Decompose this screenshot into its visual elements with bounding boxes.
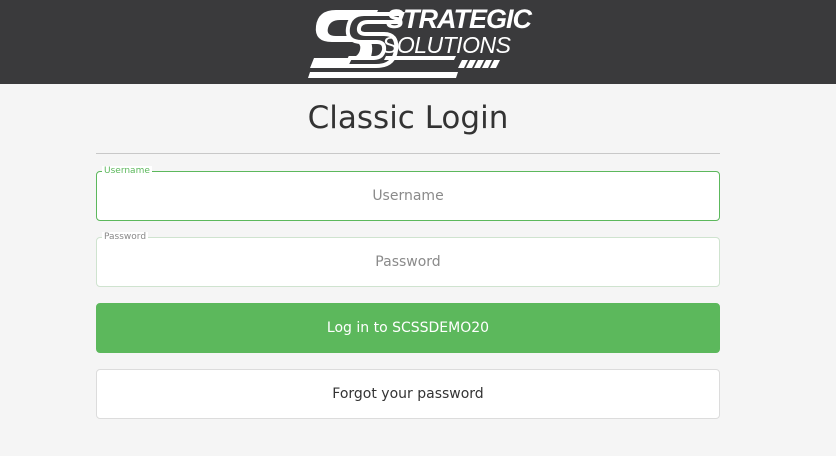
password-input[interactable] — [97, 238, 719, 286]
username-field[interactable]: Username — [96, 166, 720, 221]
header-bar: STRATEGIC SOLUTIONS — [0, 0, 836, 84]
title-divider — [96, 153, 720, 154]
password-field[interactable]: Password — [96, 232, 720, 287]
username-input[interactable] — [97, 172, 719, 220]
page-title: Classic Login — [307, 100, 509, 136]
forgot-password-button[interactable]: Forgot your password — [96, 369, 720, 419]
logo-line-solutions: SOLUTIONS — [382, 32, 511, 58]
login-button[interactable]: Log in to SCSSDEMO20 — [96, 303, 720, 353]
logo-line-strategic: STRATEGIC — [386, 4, 532, 34]
logo-wordmark: STRATEGIC SOLUTIONS — [382, 4, 532, 57]
strategic-solutions-logo: STRATEGIC SOLUTIONS — [306, 4, 532, 80]
